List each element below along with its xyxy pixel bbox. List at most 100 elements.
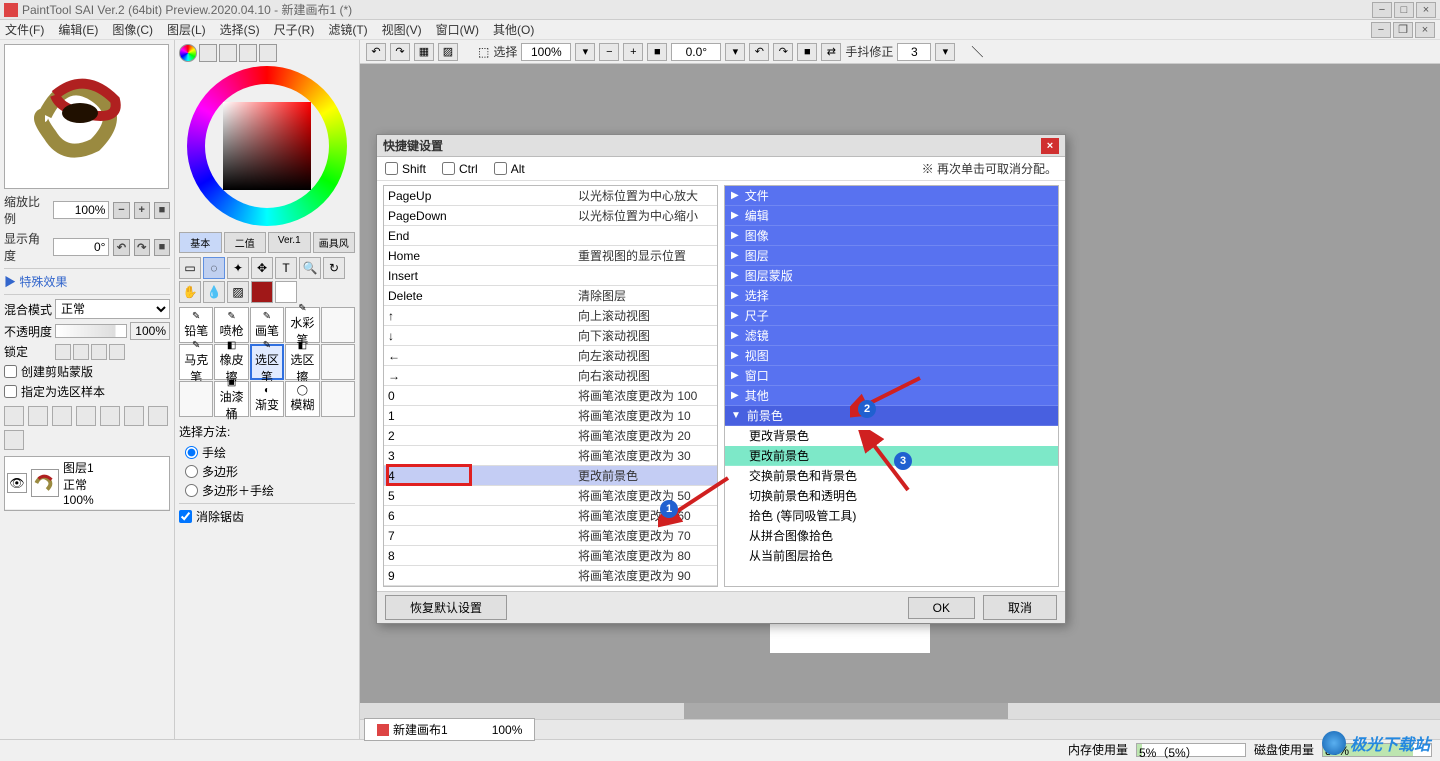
doc-restore-button[interactable]: ❐: [1393, 22, 1413, 38]
lasso-tool[interactable]: ◌: [203, 257, 225, 279]
category-group[interactable]: ▶尺子: [725, 306, 1058, 326]
rect-select-tool[interactable]: ▭: [179, 257, 201, 279]
category-group[interactable]: ▶其他: [725, 386, 1058, 406]
menu-image[interactable]: 图像(C): [112, 21, 153, 38]
brush-airbrush[interactable]: ✎喷枪: [214, 307, 248, 343]
flip-h-button[interactable]: ⇄: [821, 43, 841, 61]
select-method-polygon[interactable]: [185, 465, 198, 478]
background-color-swatch[interactable]: [275, 281, 297, 303]
lock-pixels-button[interactable]: [73, 344, 89, 360]
zoom-input[interactable]: [53, 201, 109, 219]
lock-all-button[interactable]: [109, 344, 125, 360]
hand-tool[interactable]: ✋: [179, 281, 201, 303]
angle-view-input[interactable]: [671, 43, 721, 61]
navigator-preview[interactable]: [4, 44, 169, 189]
antialias-checkbox[interactable]: [179, 510, 192, 523]
brush-watercolor[interactable]: ✎水彩笔: [285, 307, 319, 343]
category-item[interactable]: 从拼合图像拾色: [725, 526, 1058, 546]
brush-empty-1[interactable]: [321, 307, 355, 343]
color-scratchpad-button[interactable]: [259, 44, 277, 62]
zoom-view-input[interactable]: [521, 43, 571, 61]
shortcut-row[interactable]: →向右滚动视图: [384, 366, 717, 386]
zoom-reset-button[interactable]: ■: [154, 202, 170, 219]
rotate-reset-button[interactable]: ■: [154, 239, 170, 256]
brush-eraser[interactable]: ◧橡皮擦: [214, 344, 248, 380]
zoom-in-button[interactable]: +: [134, 202, 150, 219]
undo-button[interactable]: ↶: [366, 43, 386, 61]
brush-blur[interactable]: ◯模糊: [285, 381, 319, 417]
shortcut-row[interactable]: End: [384, 226, 717, 246]
rotate-reset-view-button[interactable]: ■: [797, 43, 817, 61]
category-group[interactable]: ▶编辑: [725, 206, 1058, 226]
cancel-button[interactable]: 取消: [983, 595, 1057, 620]
shortcut-row[interactable]: ↓向下滚动视图: [384, 326, 717, 346]
shortcut-row[interactable]: 0将画笔浓度更改为 100: [384, 386, 717, 406]
ok-button[interactable]: OK: [908, 597, 975, 619]
merge-down-button[interactable]: [124, 406, 144, 426]
shortcut-row[interactable]: ↑向上滚动视图: [384, 306, 717, 326]
shortcut-row[interactable]: 8将画笔浓度更改为 80: [384, 546, 717, 566]
menu-ruler[interactable]: 尺子(R): [274, 21, 315, 38]
shortcut-row[interactable]: Insert: [384, 266, 717, 286]
sel-sample-checkbox[interactable]: [4, 385, 17, 398]
menu-edit[interactable]: 编辑(E): [58, 21, 98, 38]
select-method-freehand[interactable]: [185, 446, 198, 459]
reset-defaults-button[interactable]: 恢复默认设置: [385, 595, 507, 620]
category-group[interactable]: ▶滤镜: [725, 326, 1058, 346]
color-hsv-mode-button[interactable]: [219, 44, 237, 62]
brush-bucket[interactable]: ▣油漆桶: [214, 381, 248, 417]
effects-link[interactable]: ▶ 特殊效果: [4, 273, 170, 290]
redo-button[interactable]: ↷: [390, 43, 410, 61]
category-group[interactable]: ▼前景色: [725, 406, 1058, 426]
zoom-tool[interactable]: 🔍: [299, 257, 321, 279]
rotate-ccw-button[interactable]: ↶: [113, 239, 129, 256]
brush-empty-3[interactable]: [179, 381, 213, 417]
canvas-hscrollbar[interactable]: [360, 703, 1440, 719]
zoom-out-button[interactable]: −: [113, 202, 129, 219]
menu-filter[interactable]: 滤镜(T): [328, 21, 367, 38]
category-group[interactable]: ▶图像: [725, 226, 1058, 246]
shortcut-row[interactable]: 3将画笔浓度更改为 30: [384, 446, 717, 466]
rotate-cw-button[interactable]: ↷: [134, 239, 150, 256]
shortcut-row[interactable]: 5将画笔浓度更改为 50: [384, 486, 717, 506]
lock-move-button[interactable]: [91, 344, 107, 360]
canvas-document[interactable]: [770, 623, 930, 653]
menu-select[interactable]: 选择(S): [220, 21, 260, 38]
angle-input[interactable]: [53, 238, 109, 256]
new-layer-button[interactable]: [4, 406, 24, 426]
category-group[interactable]: ▶图层: [725, 246, 1058, 266]
menu-window[interactable]: 窗口(W): [436, 21, 479, 38]
eyedropper-tool[interactable]: 💧: [203, 281, 225, 303]
new-folder-button[interactable]: [52, 406, 72, 426]
delete-layer-button[interactable]: [4, 430, 24, 450]
shortcut-row[interactable]: 9将画笔浓度更改为 90: [384, 566, 717, 586]
shortcut-row[interactable]: Delete清除图层: [384, 286, 717, 306]
brush-tab-ver1[interactable]: Ver.1: [268, 232, 311, 253]
maximize-button[interactable]: □: [1394, 2, 1414, 18]
color-wheel-mode-button[interactable]: [179, 44, 197, 62]
line-tool-icon[interactable]: ＼: [971, 43, 983, 60]
category-group[interactable]: ▶窗口: [725, 366, 1058, 386]
dialog-close-button[interactable]: ×: [1041, 138, 1059, 154]
zoom-dropdown[interactable]: ▾: [575, 43, 595, 61]
category-group[interactable]: ▶图层蒙版: [725, 266, 1058, 286]
shortcut-row[interactable]: 1将画笔浓度更改为 10: [384, 406, 717, 426]
stabilizer-input[interactable]: [897, 43, 931, 61]
magic-wand-tool[interactable]: ✦: [227, 257, 249, 279]
doc-minimize-button[interactable]: −: [1371, 22, 1391, 38]
shortcut-list[interactable]: PageUp以光标位置为中心放大PageDown以光标位置为中心缩小EndHom…: [383, 185, 718, 587]
brush-selpen[interactable]: ✎选区笔: [250, 344, 284, 380]
brush-selerase[interactable]: ◧选区擦: [285, 344, 319, 380]
rotate-tool[interactable]: ↻: [323, 257, 345, 279]
color-wheel[interactable]: [187, 66, 347, 226]
invert-selection-button[interactable]: ▨: [438, 43, 458, 61]
visibility-toggle[interactable]: 👁: [7, 473, 27, 493]
category-item[interactable]: 从当前图层拾色: [725, 546, 1058, 566]
foreground-color-swatch[interactable]: [251, 281, 273, 303]
zoom-out-view-button[interactable]: −: [599, 43, 619, 61]
stabilizer-dropdown[interactable]: ▾: [935, 43, 955, 61]
menu-other[interactable]: 其他(O): [493, 21, 534, 38]
text-tool[interactable]: T: [275, 257, 297, 279]
color-swatch-mode-button[interactable]: [239, 44, 257, 62]
brush-tab-basic[interactable]: 基本: [179, 232, 222, 253]
